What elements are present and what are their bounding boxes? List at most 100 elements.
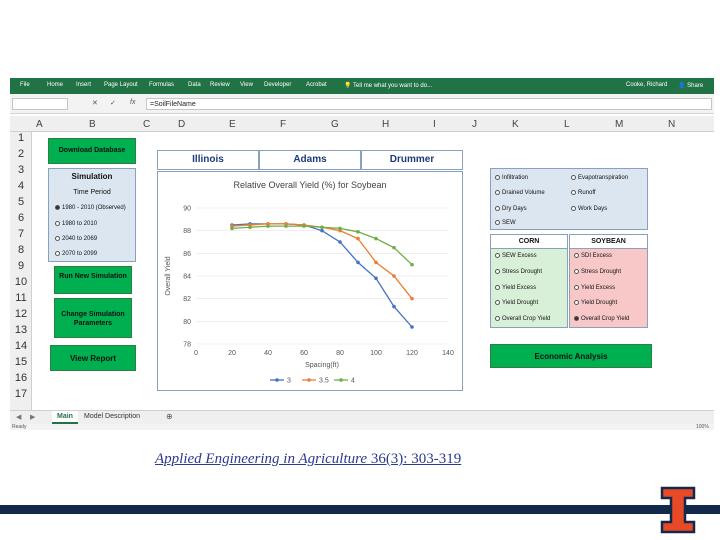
row-header-13[interactable]: 13: [10, 324, 32, 336]
footer-bar: [0, 505, 720, 514]
share-button[interactable]: 👤 Share: [678, 82, 703, 89]
prev-sheet-icon[interactable]: ◀: [16, 413, 21, 421]
ribbon-tab-file[interactable]: File: [20, 82, 30, 88]
period-radio-2070-to-2099[interactable]: 2070 to 2099: [55, 251, 97, 257]
sheet-tab-main[interactable]: Main: [52, 411, 78, 424]
column-header-n[interactable]: N: [668, 119, 675, 130]
soybean-radio-stress-drought[interactable]: Stress Drought: [574, 269, 621, 275]
soybean-radio-overall-crop-yield[interactable]: Overall Crop Yield: [574, 316, 629, 322]
data-point: [374, 236, 378, 241]
fx-icon[interactable]: fx: [130, 99, 135, 106]
user-name[interactable]: Cooke, Richard: [626, 82, 667, 88]
row-header-10[interactable]: 10: [10, 276, 32, 288]
column-header-f[interactable]: F: [280, 119, 286, 130]
person-icon: 👤: [678, 83, 686, 89]
y-tick-label: 82: [183, 296, 191, 303]
soybean-radio-yield-excess[interactable]: Yield Excess: [574, 285, 615, 291]
option-radio-infiltration[interactable]: Infiltration: [495, 175, 528, 181]
row-header-7[interactable]: 7: [10, 228, 32, 240]
column-header-k[interactable]: K: [512, 119, 519, 130]
option-radio-work-days[interactable]: Work Days: [571, 206, 607, 212]
row-header-4[interactable]: 4: [10, 180, 32, 192]
sheet-tabs: ◀ ▶ Main Model Description ⊕: [10, 410, 714, 424]
ribbon-tab-formulas[interactable]: Formulas: [149, 82, 174, 88]
option-radio-runoff[interactable]: Runoff: [571, 190, 596, 196]
economic-analysis-button[interactable]: Economic Analysis: [490, 344, 652, 368]
ribbon-tab-developer[interactable]: Developer: [264, 82, 291, 88]
column-header-h[interactable]: H: [382, 119, 389, 130]
corn-radio-yield-excess[interactable]: Yield Excess: [495, 285, 536, 291]
column-header-l[interactable]: L: [564, 119, 570, 130]
sheet-tab-model-description[interactable]: Model Description: [84, 413, 140, 420]
site-label: Drummer: [361, 150, 463, 170]
corn-radio-yield-drought[interactable]: Yield Drought: [495, 300, 538, 306]
ribbon-tab-home[interactable]: Home: [47, 82, 63, 88]
row-header-9[interactable]: 9: [10, 260, 32, 272]
column-header-e[interactable]: E: [229, 119, 236, 130]
tell-me-search[interactable]: 💡 Tell me what you want to do...: [344, 82, 432, 89]
column-header-c[interactable]: C: [143, 119, 150, 130]
journal-name: Applied Engineering in Agriculture: [155, 451, 368, 467]
column-header-i[interactable]: I: [433, 119, 436, 130]
option-radio-drained-volume[interactable]: Drained Volume: [495, 190, 545, 196]
series-line: [231, 223, 413, 300]
corn-radio-overall-crop-yield[interactable]: Overall Crop Yield: [495, 316, 550, 322]
y-tick-label: 90: [183, 206, 191, 213]
ribbon-tab-data[interactable]: Data: [188, 82, 201, 88]
next-sheet-icon[interactable]: ▶: [30, 413, 35, 421]
ribbon-tab-view[interactable]: View: [240, 82, 253, 88]
citation-link[interactable]: Applied Engineering in Agriculture 36(3)…: [155, 451, 461, 468]
row-header-5[interactable]: 5: [10, 196, 32, 208]
row-header-14[interactable]: 14: [10, 340, 32, 352]
row-header-17[interactable]: 17: [10, 388, 32, 400]
name-box[interactable]: [12, 98, 68, 110]
zoom-level[interactable]: 100%: [696, 424, 709, 430]
column-header-g[interactable]: G: [331, 119, 339, 130]
option-radio-evapotranspiration[interactable]: Evapotranspiration: [571, 175, 628, 181]
soybean-radio-yield-drought[interactable]: Yield Drought: [574, 300, 617, 306]
period-label: 2070 to 2099: [62, 251, 98, 257]
run-new-simulation-button[interactable]: Run New Simulation: [54, 266, 132, 294]
row-header-11[interactable]: 11: [10, 292, 32, 304]
cancel-icon[interactable]: ✕: [92, 99, 98, 107]
radio-icon: [571, 175, 576, 180]
column-header-m[interactable]: M: [615, 119, 623, 130]
ribbon-tab-insert[interactable]: Insert: [76, 82, 91, 88]
yield-chart[interactable]: Relative Overall Yield (%) for Soybean 78…: [157, 171, 463, 391]
corn-radio-sew-excess[interactable]: SEW Excess: [495, 253, 537, 259]
radio-icon: [495, 316, 500, 321]
share-label: Share: [687, 83, 704, 89]
option-radio-sew[interactable]: SEW: [495, 220, 516, 226]
formula-input[interactable]: =SoilFileName: [146, 98, 712, 110]
soybean-radio-sdi-excess[interactable]: SDI Excess: [574, 253, 612, 259]
row-header-8[interactable]: 8: [10, 244, 32, 256]
row-header-2[interactable]: 2: [10, 148, 32, 160]
column-header-b[interactable]: B: [89, 119, 96, 130]
add-sheet-icon[interactable]: ⊕: [166, 412, 173, 421]
ribbon-tab-page-layout[interactable]: Page Layout: [104, 82, 138, 88]
check-icon[interactable]: ✓: [110, 99, 116, 107]
row-header-16[interactable]: 16: [10, 372, 32, 384]
soybean-item-label: SDI Excess: [581, 253, 613, 259]
column-header-d[interactable]: D: [178, 119, 185, 130]
download-database-button[interactable]: Download Database: [48, 138, 136, 164]
row-header-1[interactable]: 1: [10, 132, 32, 144]
period-radio-2040-to-2069[interactable]: 2040 to 2069: [55, 236, 97, 242]
row-header-3[interactable]: 3: [10, 164, 32, 176]
column-header-j[interactable]: J: [472, 119, 477, 130]
change-simulation-parameters-button[interactable]: Change Simulation Parameters: [54, 298, 132, 338]
row-header-12[interactable]: 12: [10, 308, 32, 320]
corn-radio-stress-drought[interactable]: Stress Drought: [495, 269, 542, 275]
radio-icon: [495, 206, 500, 211]
view-report-button[interactable]: View Report: [50, 345, 136, 371]
row-header-6[interactable]: 6: [10, 212, 32, 224]
soybean-item-label: Stress Drought: [581, 269, 622, 275]
ribbon-tab-acrobat[interactable]: Acrobat: [306, 82, 327, 88]
y-tick-label: 78: [183, 342, 191, 349]
row-header-15[interactable]: 15: [10, 356, 32, 368]
column-header-a[interactable]: A: [36, 119, 43, 130]
period-radio-1980-2010-observed[interactable]: 1980 - 2010 (Observed): [55, 205, 126, 211]
option-radio-dry-days[interactable]: Dry Days: [495, 206, 527, 212]
ribbon-tab-review[interactable]: Review: [210, 82, 230, 88]
period-radio-1980-to-2010[interactable]: 1980 to 2010: [55, 221, 97, 227]
